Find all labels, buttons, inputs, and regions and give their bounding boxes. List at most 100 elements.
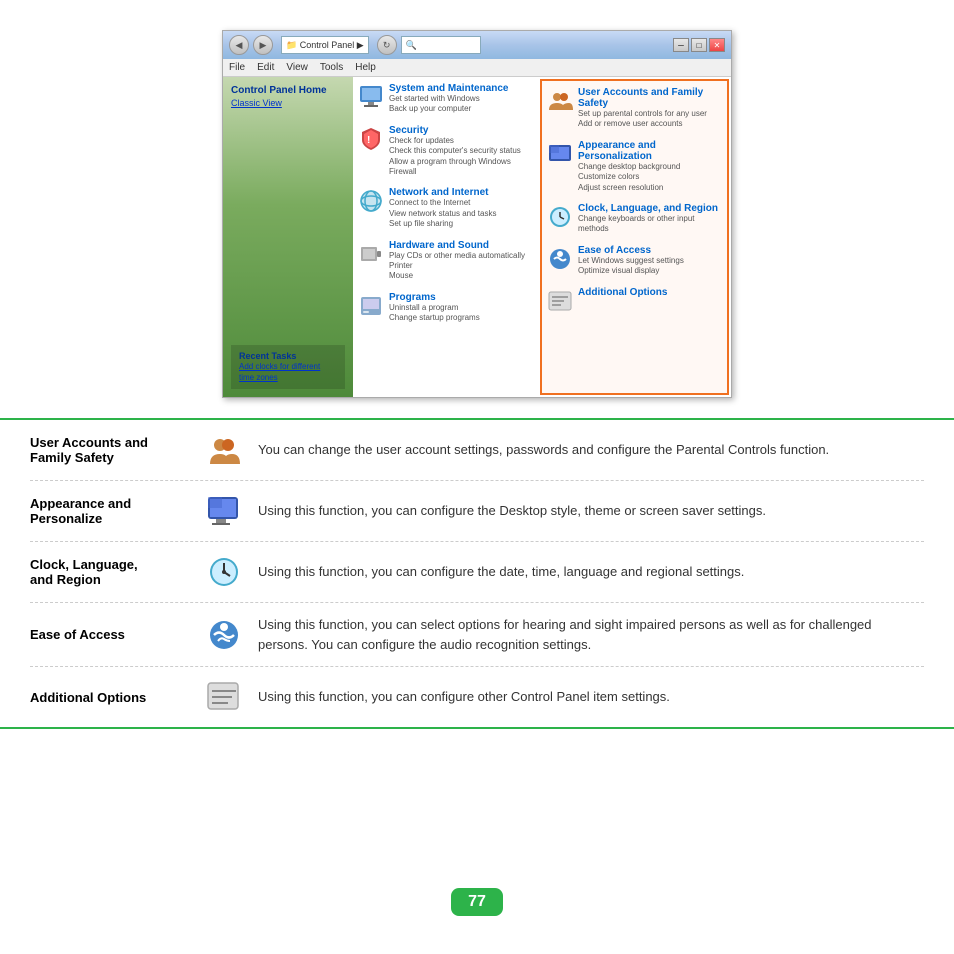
user-accounts-title[interactable]: User Accounts and Family Safety <box>578 87 723 109</box>
programs-title[interactable]: Programs <box>389 292 480 303</box>
network-icon <box>357 187 385 215</box>
cp-clock[interactable]: Clock, Language, and Region Change keybo… <box>546 203 723 235</box>
cp-network[interactable]: Network and Internet Connect to the Inte… <box>357 187 534 229</box>
desc-appearance: Using this function, you can configure t… <box>258 501 924 521</box>
menu-help[interactable]: Help <box>355 62 376 73</box>
appearance-icon-svg <box>547 141 573 167</box>
ease-desc: Let Windows suggest settings Optimize vi… <box>578 256 684 277</box>
security-title[interactable]: Security <box>389 125 534 136</box>
ease-title[interactable]: Ease of Access <box>578 245 684 256</box>
cp-additional[interactable]: Additional Options <box>546 287 723 315</box>
forward-button[interactable]: ▶ <box>253 35 273 55</box>
programs-text: Programs Uninstall a program Change star… <box>389 292 480 324</box>
user-accounts-icon-svg <box>547 88 573 114</box>
security-text: Security Check for updates Check this co… <box>389 125 534 178</box>
minimize-button[interactable]: ─ <box>673 38 689 52</box>
desc-additional: Using this function, you can configure o… <box>258 687 924 707</box>
menu-edit[interactable]: Edit <box>257 62 274 73</box>
system-desc: Get started with Windows Back up your co… <box>389 94 508 115</box>
ease-text: Ease of Access Let Windows suggest setti… <box>578 245 684 277</box>
programs-icon <box>357 292 385 320</box>
sidebar: Control Panel Home Classic View Recent T… <box>223 77 353 397</box>
cp-hardware[interactable]: Hardware and Sound Play CDs or other med… <box>357 240 534 282</box>
back-button[interactable]: ◀ <box>229 35 249 55</box>
appearance-icon <box>546 140 574 168</box>
info-table: User Accounts and Family Safety You can … <box>0 418 954 729</box>
ease-table-icon <box>206 617 242 653</box>
search-bar[interactable]: 🔍 <box>401 36 481 54</box>
clock-icon <box>546 203 574 231</box>
clock-desc: Change keyboards or other input methods <box>578 214 723 235</box>
programs-icon-svg <box>358 293 384 319</box>
system-text: System and Maintenance Get started with … <box>389 83 508 115</box>
appearance-title[interactable]: Appearance and Personalization <box>578 140 723 162</box>
menu-tools[interactable]: Tools <box>320 62 343 73</box>
user-accounts-desc: Set up parental controls for any user Ad… <box>578 109 723 130</box>
window-content: Control Panel Home Classic View Recent T… <box>223 77 731 397</box>
recent-tasks-title: Recent Tasks <box>239 351 337 361</box>
label-ease: Ease of Access <box>30 627 190 642</box>
recent-tasks-link[interactable]: Add clocks for different time zones <box>239 362 320 382</box>
user-accounts-text: User Accounts and Family Safety Set up p… <box>578 87 723 130</box>
menubar: File Edit View Tools Help <box>223 59 731 77</box>
close-button[interactable]: ✕ <box>709 38 725 52</box>
row-ease: Ease of Access Using this function, you … <box>30 603 924 667</box>
cp-system[interactable]: System and Maintenance Get started with … <box>357 83 534 115</box>
network-text: Network and Internet Connect to the Inte… <box>389 187 496 229</box>
row-user-accounts: User Accounts and Family Safety You can … <box>30 420 924 481</box>
screenshot-wrapper: ◀ ▶ 📁 Control Panel ▶ ↻ 🔍 ─ □ ✕ File <box>0 0 954 398</box>
clock-text: Clock, Language, and Region Change keybo… <box>578 203 723 235</box>
cp-appearance[interactable]: Appearance and Personalization Change de… <box>546 140 723 193</box>
system-title[interactable]: System and Maintenance <box>389 83 508 94</box>
desc-ease: Using this function, you can select opti… <box>258 615 924 654</box>
security-icon: ! <box>357 125 385 153</box>
cp-programs[interactable]: Programs Uninstall a program Change star… <box>357 292 534 324</box>
menu-view[interactable]: View <box>286 62 308 73</box>
desc-clock: Using this function, you can configure t… <box>258 562 924 582</box>
address-icon: 📁 <box>286 40 297 51</box>
cp-ease[interactable]: Ease of Access Let Windows suggest setti… <box>546 245 723 277</box>
label-user-accounts: User Accounts and Family Safety <box>30 435 190 465</box>
system-icon <box>357 83 385 111</box>
left-column: System and Maintenance Get started with … <box>353 77 538 397</box>
classic-view-link[interactable]: Classic View <box>231 98 345 108</box>
clock-title[interactable]: Clock, Language, and Region <box>578 203 723 214</box>
ease-icon <box>546 245 574 273</box>
refresh-button[interactable]: ↻ <box>377 35 397 55</box>
hardware-icon <box>357 240 385 268</box>
svg-text:!: ! <box>367 135 370 146</box>
additional-icon <box>546 287 574 315</box>
hardware-text: Hardware and Sound Play CDs or other med… <box>389 240 525 282</box>
additional-title[interactable]: Additional Options <box>578 287 667 298</box>
row-appearance: Appearance and Personalize Using this fu… <box>30 481 924 542</box>
additional-icon-svg <box>547 288 573 314</box>
hardware-title[interactable]: Hardware and Sound <box>389 240 525 251</box>
network-desc: Connect to the Internet View network sta… <box>389 198 496 229</box>
maximize-button[interactable]: □ <box>691 38 707 52</box>
address-bar[interactable]: 📁 Control Panel ▶ <box>281 36 369 54</box>
label-appearance: Appearance and Personalize <box>30 496 190 526</box>
additional-table-icon <box>206 679 242 715</box>
cp-user-accounts[interactable]: User Accounts and Family Safety Set up p… <box>546 87 723 130</box>
network-icon-svg <box>358 188 384 214</box>
appearance-desc: Change desktop background Customize colo… <box>578 162 723 193</box>
cp-security[interactable]: ! Security Check for updates Check this … <box>357 125 534 178</box>
titlebar: ◀ ▶ 📁 Control Panel ▶ ↻ 🔍 ─ □ ✕ <box>223 31 731 59</box>
right-column: User Accounts and Family Safety Set up p… <box>540 79 729 395</box>
titlebar-left: ◀ ▶ 📁 Control Panel ▶ ↻ 🔍 <box>229 35 481 55</box>
row-clock: Clock, Language, and Region Using this f… <box>30 542 924 603</box>
user-accounts-table-icon <box>206 432 242 468</box>
desc-user-accounts: You can change the user account settings… <box>258 440 924 460</box>
icon-user-accounts <box>206 432 242 468</box>
page-number: 77 <box>451 888 503 916</box>
system-icon-svg <box>358 84 384 110</box>
icon-clock <box>206 554 242 590</box>
icon-additional <box>206 679 242 715</box>
menu-file[interactable]: File <box>229 62 245 73</box>
label-additional: Additional Options <box>30 690 190 705</box>
address-text: Control Panel <box>300 40 355 50</box>
security-icon-svg: ! <box>358 126 384 152</box>
network-title[interactable]: Network and Internet <box>389 187 496 198</box>
sidebar-title[interactable]: Control Panel Home <box>231 85 345 96</box>
windows-xp-window: ◀ ▶ 📁 Control Panel ▶ ↻ 🔍 ─ □ ✕ File <box>222 30 732 398</box>
